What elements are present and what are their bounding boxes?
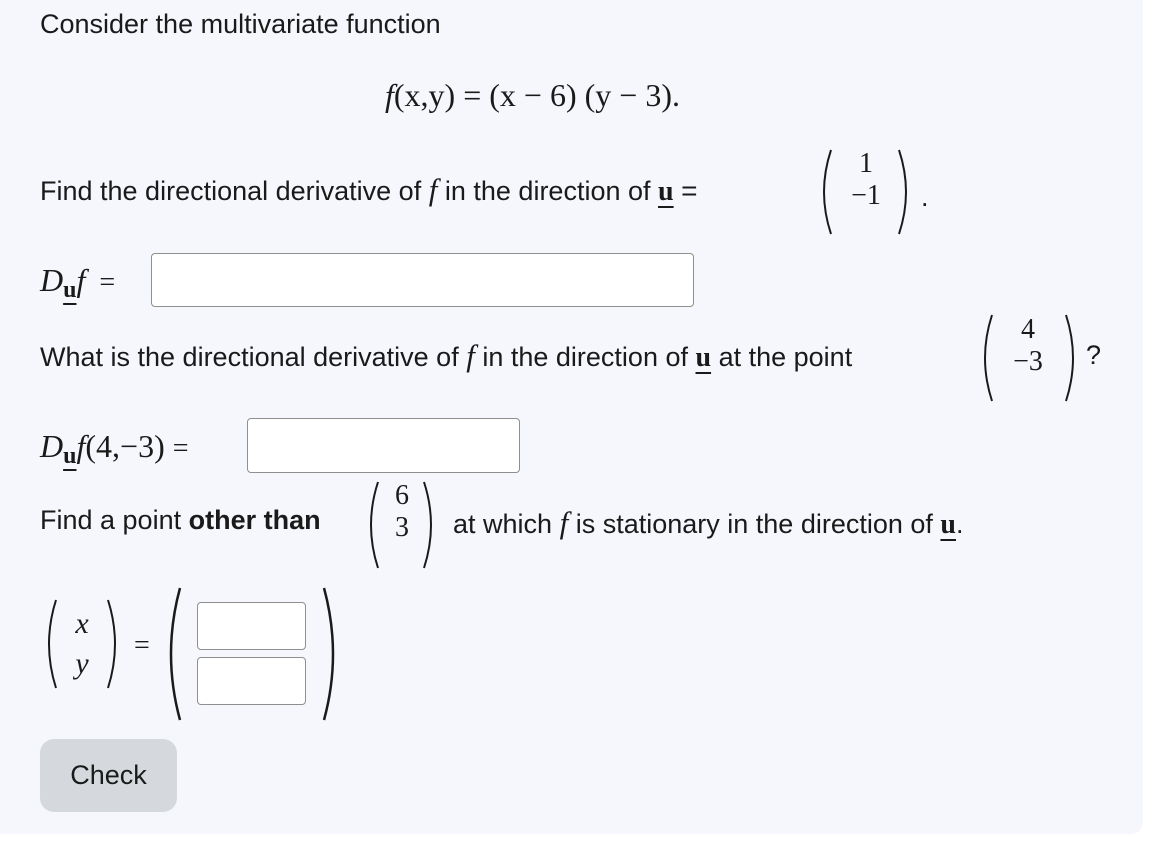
- variable-vector: x y: [75, 607, 89, 680]
- answer-3-equals: =: [134, 630, 150, 661]
- left-paren-icon: [823, 149, 832, 235]
- right-bracket-icon: [322, 587, 335, 721]
- right-paren-icon: [1065, 314, 1074, 402]
- point-x-input[interactable]: [197, 602, 306, 650]
- left-paren-icon: [370, 481, 379, 569]
- intro-text: Consider the multivariate function: [40, 9, 441, 39]
- point-y-input[interactable]: [197, 657, 306, 705]
- directional-derivative-at-point-input[interactable]: [247, 418, 520, 473]
- directional-derivative-input[interactable]: [151, 253, 694, 307]
- function-equation: f(x,y) = (x − 6) (y − 3).: [385, 77, 680, 113]
- question-3-suffix: at which f is stationary in the directio…: [453, 505, 964, 540]
- right-paren-icon: [898, 149, 907, 235]
- answer-2-label: Duf(4,−3) =: [40, 428, 189, 469]
- question-2-text: What is the directional derivative of f …: [40, 338, 853, 373]
- check-button[interactable]: Check: [40, 739, 177, 812]
- question-1-text: Find the directional derivative of f in …: [40, 172, 698, 207]
- right-paren-icon: [107, 599, 116, 689]
- right-paren-icon: [423, 481, 432, 569]
- evaluation-point: 4 −3: [1013, 314, 1043, 377]
- question-2-mark: ?: [1086, 340, 1102, 370]
- left-bracket-icon: [169, 587, 182, 721]
- excluded-point: 6 3: [395, 480, 409, 543]
- left-paren-icon: [984, 314, 993, 402]
- left-paren-icon: [48, 599, 57, 689]
- answer-1-label: Duf =: [40, 262, 116, 303]
- question-3-prefix: Find a point other than: [40, 505, 321, 535]
- question-1-period: .: [921, 182, 929, 212]
- direction-vector: 1 −1: [851, 148, 881, 211]
